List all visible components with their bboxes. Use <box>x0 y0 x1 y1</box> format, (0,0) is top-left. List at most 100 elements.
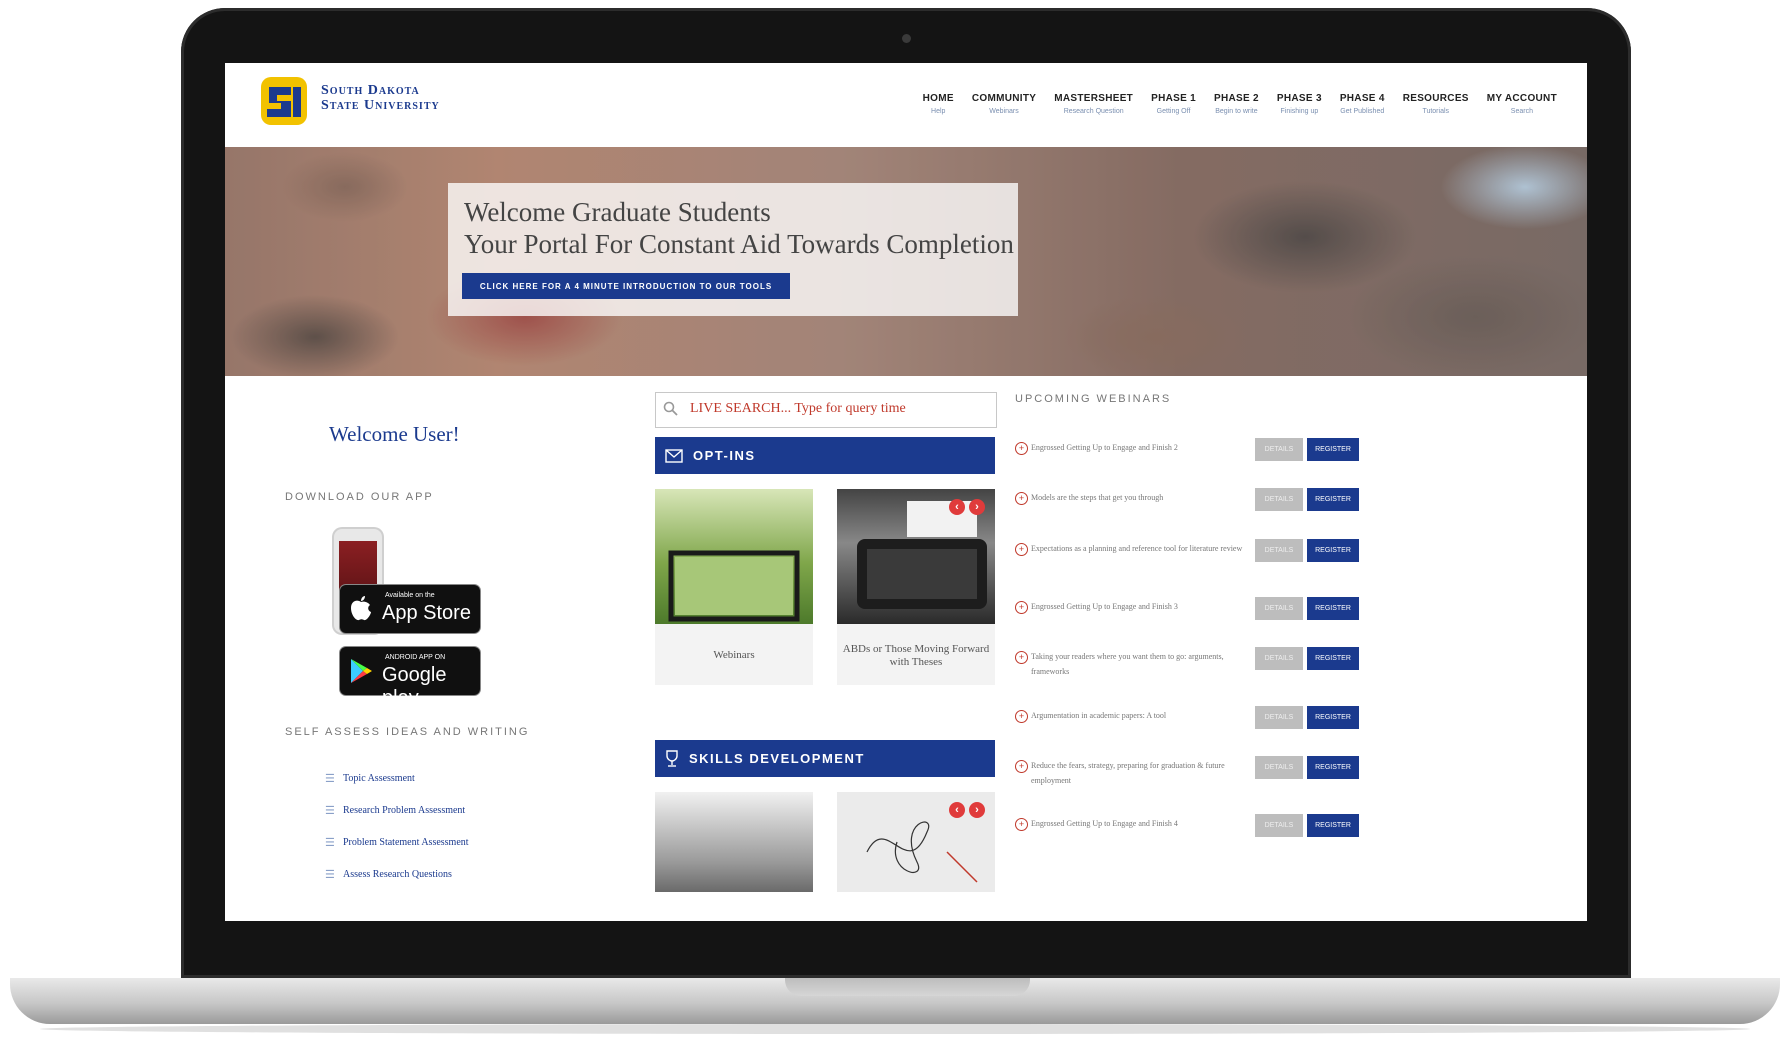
nav-sub: Begin to write <box>1215 108 1258 115</box>
hero-card: Welcome Graduate Students Your Portal Fo… <box>448 183 1018 316</box>
opt-ins-header[interactable]: OPT-INS <box>655 437 995 474</box>
intro-video-button[interactable]: CLICK HERE FOR A 4 MINUTE INTRODUCTION T… <box>462 273 790 299</box>
list-icon: ☰ <box>325 836 335 849</box>
webinar-title[interactable]: Argumentation in academic papers: A tool <box>1031 708 1251 723</box>
details-button[interactable]: DETAILS <box>1255 814 1303 837</box>
register-button[interactable]: REGISTER <box>1307 488 1359 511</box>
assess-item-research-problem[interactable]: ☰ Research Problem Assessment <box>325 794 469 826</box>
nav-label: PHASE 3 <box>1276 93 1322 104</box>
main-nav: HOME Help COMMUNITY Webinars MASTERSHEET Re… <box>923 93 1557 115</box>
prev-arrow-icon[interactable]: ‹ <box>949 802 965 818</box>
live-search-input[interactable]: LIVE SEARCH... Type for query time <box>655 392 997 428</box>
webinar-row: + Models are the steps that get you thro… <box>1015 488 1375 526</box>
assess-label: Research Problem Assessment <box>343 804 466 816</box>
webinar-title[interactable]: Engrossed Getting Up to Engage and Finis… <box>1031 816 1251 831</box>
webinars-card[interactable]: Webinars <box>655 489 813 685</box>
webinar-row: + Taking your readers where you want the… <box>1015 647 1375 685</box>
nav-label: PHASE 2 <box>1214 93 1259 104</box>
register-button[interactable]: REGISTER <box>1307 756 1359 779</box>
expand-icon[interactable]: + <box>1015 651 1028 664</box>
university-name[interactable]: South Dakota State University <box>321 83 440 113</box>
envelope-icon <box>665 448 683 463</box>
nav-sub: Webinars <box>989 108 1019 115</box>
webinar-title[interactable]: Taking your readers where you want them … <box>1031 649 1251 679</box>
assess-item-problem-statement[interactable]: ☰ Problem Statement Assessment <box>325 826 469 858</box>
google-play-button[interactable]: ANDROID APP ON Google play <box>340 647 480 709</box>
webinar-row: + Engrossed Getting Up to Engage and Fin… <box>1015 438 1375 476</box>
nav-sub: Getting Off <box>1156 108 1191 115</box>
details-button[interactable]: DETAILS <box>1255 597 1303 620</box>
assess-label: Topic Assessment <box>343 772 415 784</box>
university-logo-icon[interactable] <box>255 71 313 131</box>
skills-card-1[interactable] <box>655 792 813 892</box>
webinar-title[interactable]: Expectations as a planning and reference… <box>1031 541 1251 556</box>
webinar-title[interactable]: Engrossed Getting Up to Engage and Finis… <box>1031 440 1251 455</box>
skills-card-2[interactable]: ‹ › <box>837 792 995 892</box>
register-button[interactable]: REGISTER <box>1307 706 1359 729</box>
expand-icon[interactable]: + <box>1015 760 1028 773</box>
webinar-title[interactable]: Reduce the fears, strategy, preparing fo… <box>1031 758 1251 788</box>
nav-phase-2[interactable]: PHASE 2 Begin to write <box>1214 93 1259 115</box>
app-store-button[interactable]: Available on the App Store <box>340 585 480 633</box>
nav-community[interactable]: COMMUNITY Webinars <box>972 93 1036 115</box>
opt-ins-label: OPT-INS <box>693 448 756 463</box>
nav-home[interactable]: HOME Help <box>923 93 954 115</box>
download-app-title: DOWNLOAD OUR APP <box>285 491 434 503</box>
nav-sub: Search <box>1510 108 1533 115</box>
nav-phase-3[interactable]: PHASE 3 Finishing up <box>1277 93 1322 115</box>
right-column: UPCOMING WEBINARS + Engrossed Getting Up… <box>1015 376 1587 921</box>
next-arrow-icon[interactable]: › <box>969 499 985 515</box>
webinar-row: + Engrossed Getting Up to Engage and Fin… <box>1015 814 1375 852</box>
expand-icon[interactable]: + <box>1015 492 1028 505</box>
webinar-row: + Engrossed Getting Up to Engage and Fin… <box>1015 597 1375 635</box>
assess-item-topic[interactable]: ☰ Topic Assessment <box>325 762 469 794</box>
nav-my-account[interactable]: MY ACCOUNT Search <box>1487 93 1557 115</box>
abd-card[interactable]: ‹ › ABDs or Those Moving Forward with Th… <box>837 489 995 685</box>
abd-caption: ABDs or Those Moving Forward with Theses <box>842 643 990 668</box>
webinar-title[interactable]: Engrossed Getting Up to Engage and Finis… <box>1031 599 1251 614</box>
nav-label: HOME <box>922 93 954 104</box>
skills-development-header[interactable]: SKILLS DEVELOPMENT <box>655 740 995 777</box>
register-button[interactable]: REGISTER <box>1307 647 1359 670</box>
upcoming-webinars-heading: UPCOMING WEBINARS <box>1015 393 1172 405</box>
university-name-line2: State University <box>321 98 440 113</box>
search-placeholder: LIVE SEARCH... Type for query time <box>690 401 906 416</box>
register-button[interactable]: REGISTER <box>1307 814 1359 837</box>
site-header: South Dakota State University HOME Help C… <box>225 63 1587 147</box>
nav-resources[interactable]: RESOURCES Tutorials <box>1403 93 1469 115</box>
nav-phase-1[interactable]: PHASE 1 Getting Off <box>1151 93 1196 115</box>
expand-icon[interactable]: + <box>1015 543 1028 556</box>
webinar-row: + Argumentation in academic papers: A to… <box>1015 706 1375 744</box>
google-play-big-text: Google play <box>382 664 447 709</box>
trophy-icon <box>666 749 678 767</box>
nav-sub: Get Published <box>1340 108 1385 115</box>
tablet-frame <box>668 550 800 622</box>
register-button[interactable]: REGISTER <box>1307 438 1359 461</box>
details-button[interactable]: DETAILS <box>1255 647 1303 670</box>
assess-label: Assess Research Questions <box>343 868 452 880</box>
details-button[interactable]: DETAILS <box>1255 706 1303 729</box>
details-button[interactable]: DETAILS <box>1255 756 1303 779</box>
details-button[interactable]: DETAILS <box>1255 488 1303 511</box>
prev-arrow-icon[interactable]: ‹ <box>949 499 965 515</box>
nav-sub: Tutorials <box>1422 108 1450 115</box>
next-arrow-icon[interactable]: › <box>969 802 985 818</box>
middle-column: LIVE SEARCH... Type for query time OPT-I… <box>655 376 1000 921</box>
webinar-row: + Expectations as a planning and referen… <box>1015 539 1375 577</box>
expand-icon[interactable]: + <box>1015 601 1028 614</box>
nav-label: RESOURCES <box>1402 93 1469 104</box>
details-button[interactable]: DETAILS <box>1255 438 1303 461</box>
webinar-title[interactable]: Models are the steps that get you throug… <box>1031 490 1251 505</box>
expand-icon[interactable]: + <box>1015 818 1028 831</box>
laptop-notch <box>785 978 1030 996</box>
expand-icon[interactable]: + <box>1015 442 1028 455</box>
register-button[interactable]: REGISTER <box>1307 597 1359 620</box>
university-name-line1: South Dakota <box>321 83 420 98</box>
app-store-big-text: App Store <box>382 602 471 624</box>
register-button[interactable]: REGISTER <box>1307 539 1359 562</box>
expand-icon[interactable]: + <box>1015 710 1028 723</box>
nav-phase-4[interactable]: PHASE 4 Get Published <box>1340 93 1385 115</box>
nav-mastersheet[interactable]: MASTERSHEET Research Question <box>1054 93 1133 115</box>
details-button[interactable]: DETAILS <box>1255 539 1303 562</box>
assess-item-research-questions[interactable]: ☰ Assess Research Questions <box>325 858 469 890</box>
